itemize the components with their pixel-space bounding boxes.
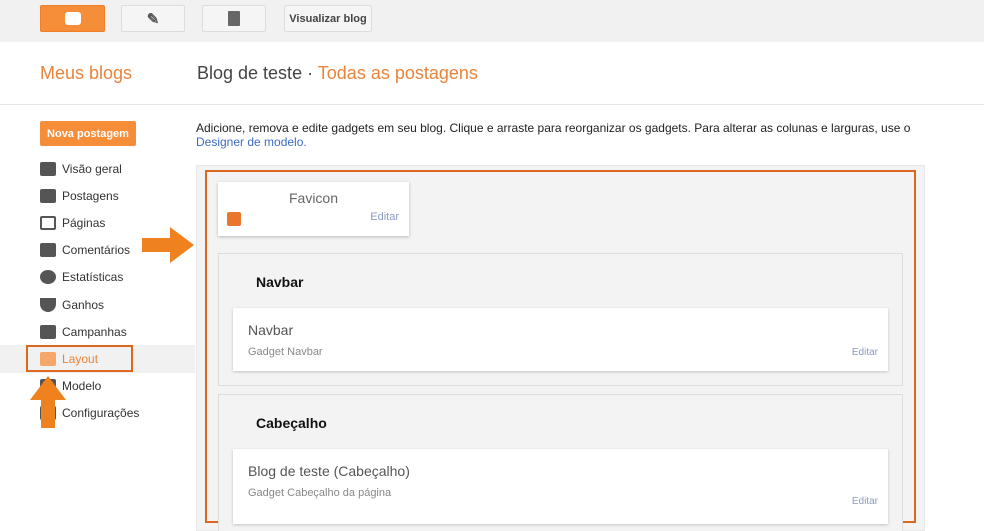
sidebar-item-label: Páginas	[62, 215, 106, 230]
sidebar-item-label: Comentários	[62, 243, 131, 258]
posts-list-button[interactable]	[202, 5, 266, 32]
gadget-title: Blog de teste (Cabeçalho)	[248, 463, 410, 479]
pencil-icon: ✎	[146, 10, 160, 28]
sidebar-item-campaigns[interactable]: Campanhas	[40, 318, 195, 345]
sidebar-item-label: Campanhas	[62, 324, 127, 339]
layout-highlight-box	[26, 345, 133, 372]
pie-chart-icon	[40, 270, 56, 285]
template-designer-link[interactable]: Designer de modelo.	[196, 135, 307, 149]
section-navbar: Navbar Navbar Gadget Navbar Editar	[218, 253, 903, 386]
view-blog-button[interactable]: Visualizar blog	[284, 5, 372, 32]
sidebar-item-posts[interactable]: Postagens	[40, 182, 195, 209]
blogger-favicon-icon	[227, 212, 241, 226]
sidebar-item-label: Estatísticas	[62, 270, 124, 285]
sidebar-item-label: Postagens	[62, 188, 119, 203]
header	[0, 42, 984, 105]
section-header: Cabeçalho Blog de teste (Cabeçalho) Gadg…	[218, 394, 903, 531]
sidebar-item-label: Ganhos	[62, 297, 105, 312]
breadcrumb-separator: ·	[307, 63, 314, 83]
blogger-logo-button[interactable]	[40, 5, 105, 32]
header-gadget[interactable]: Blog de teste (Cabeçalho) Gadget Cabeçal…	[233, 449, 888, 524]
description-text: Adicione, remova e edite gadgets em seu …	[196, 121, 911, 135]
sidebar-item-stats[interactable]: Estatísticas	[40, 264, 195, 291]
my-blogs-link[interactable]: Meus blogs	[40, 63, 132, 84]
comment-icon	[40, 243, 56, 258]
documents-icon	[228, 11, 240, 26]
gadget-subtitle: Gadget Cabeçalho da página	[248, 487, 392, 499]
new-post-button[interactable]: Nova postagem	[40, 121, 136, 146]
adwords-icon	[40, 324, 56, 339]
navbar-gadget[interactable]: Navbar Gadget Navbar Editar	[233, 308, 888, 371]
all-posts-dropdown[interactable]: Todas as postagens	[318, 63, 478, 83]
blogger-icon	[64, 12, 81, 25]
section-title: Cabeçalho	[256, 415, 327, 431]
arrow-up-icon	[30, 376, 66, 428]
gadget-subtitle: Gadget Navbar	[248, 346, 323, 358]
breadcrumb: Blog de teste · Todas as postagens	[197, 63, 478, 84]
arrow-right-icon	[142, 227, 194, 263]
sidebar-item-earnings[interactable]: Ganhos	[40, 291, 195, 318]
new-post-pencil-button[interactable]: ✎	[121, 5, 185, 32]
gadget-title: Navbar	[248, 322, 294, 338]
sidebar-item-label: Configurações	[62, 406, 140, 421]
sidebar-item-label: Visão geral	[62, 161, 122, 176]
top-toolbar: ✎ Visualizar blog	[0, 0, 984, 42]
layout-description: Adicione, remova e edite gadgets em seu …	[196, 121, 916, 149]
favicon-gadget[interactable]: Favicon Editar	[218, 182, 409, 236]
section-title: Navbar	[256, 274, 304, 290]
edit-link[interactable]: Editar	[370, 211, 399, 223]
gadget-title: Favicon	[288, 190, 339, 206]
sidebar-item-overview[interactable]: Visão geral	[40, 155, 195, 182]
trophy-icon	[40, 297, 56, 312]
edit-link[interactable]: Editar	[852, 347, 878, 358]
home-icon	[40, 161, 56, 176]
edit-link[interactable]: Editar	[852, 496, 878, 507]
posts-icon	[40, 188, 56, 203]
page-icon	[40, 215, 56, 230]
blog-name: Blog de teste	[197, 63, 303, 83]
